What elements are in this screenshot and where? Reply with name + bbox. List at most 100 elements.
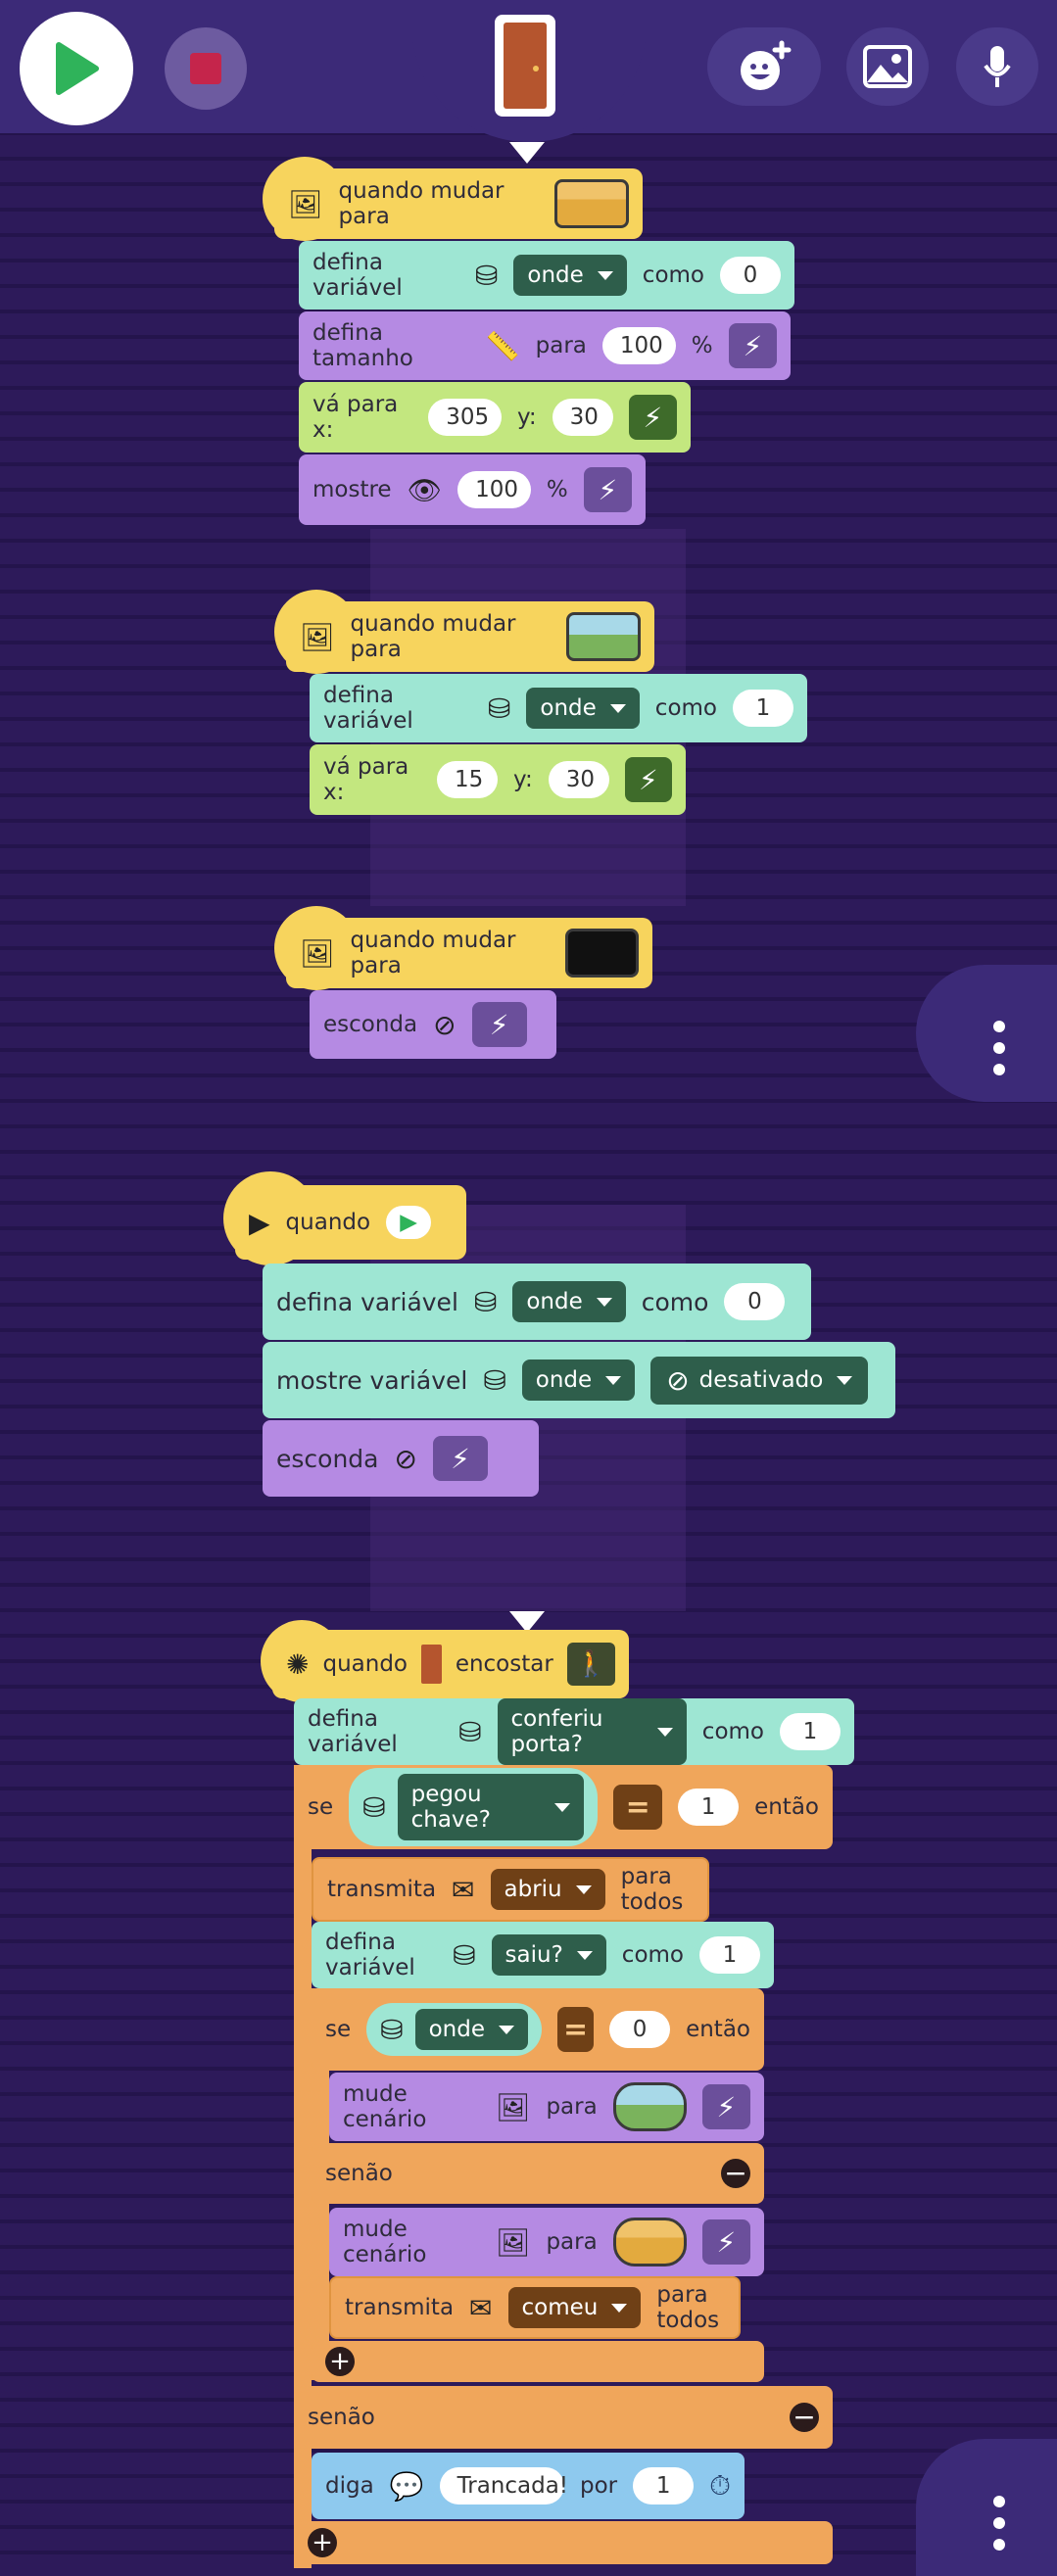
backdrop-thumb-field[interactable] (566, 612, 641, 661)
add-else-icon[interactable]: + (308, 2528, 337, 2557)
value-input[interactable]: 1 (733, 690, 793, 727)
sprite-selector[interactable] (495, 15, 555, 117)
value-input[interactable]: 1 (699, 1936, 760, 1974)
side-panel-tab-bottom[interactable] (916, 2439, 1057, 2576)
image-icon: 🖼 (300, 936, 335, 970)
block-label: quando mudar para (350, 611, 516, 662)
when-backdrop-changes-block[interactable]: 🖼 quando mudar para (286, 918, 652, 988)
when-backdrop-changes-block[interactable]: 🖼 quando mudar para (286, 601, 654, 672)
variable-dropdown[interactable]: onde (521, 1360, 636, 1401)
x-input[interactable]: 15 (437, 761, 498, 798)
variable-reporter[interactable]: ⛁ pegou chave? (349, 1768, 599, 1846)
change-backdrop-block[interactable]: mude cenário 🖼 para ⚡ (329, 2073, 764, 2141)
backdrop-thumb-black[interactable] (564, 929, 639, 978)
change-backdrop-block[interactable]: mude cenário 🖼 para ⚡ (329, 2208, 764, 2276)
lightning-icon[interactable]: ⚡ (432, 1436, 488, 1481)
value-input[interactable]: 1 (780, 1713, 841, 1750)
value-input[interactable]: 0 (720, 257, 781, 294)
remove-else-icon[interactable]: − (721, 2159, 750, 2188)
variable-icon: ⛁ (473, 1285, 498, 1318)
backdrop-thumb-bedroom[interactable] (612, 2218, 687, 2266)
variable-dropdown[interactable]: onde (526, 688, 640, 729)
add-else-icon[interactable]: + (325, 2347, 355, 2376)
lightning-icon[interactable]: ⚡ (701, 2084, 750, 2129)
block-label: como (641, 1287, 709, 1316)
when-backdrop-changes-block[interactable]: 🖼 quando mudar para (274, 168, 643, 239)
show-variable-block[interactable]: mostre variável ⛁ onde ⊘ desativado (263, 1342, 895, 1418)
show-block[interactable]: mostre 👁 100 % ⚡ (299, 454, 646, 525)
broadcast-block[interactable]: transmita ✉ comeu para todos (329, 2276, 741, 2339)
message-dropdown[interactable]: comeu (507, 2287, 642, 2328)
mic-icon (984, 46, 1011, 87)
variable-dropdown[interactable]: conferiu porta? (497, 1698, 687, 1765)
broadcast-icon: ✉ (469, 2291, 493, 2324)
y-input[interactable]: 30 (552, 399, 613, 436)
equals-operator[interactable]: = (613, 1785, 663, 1830)
variable-dropdown[interactable]: pegou chave? (397, 1774, 585, 1840)
block-label: para (535, 333, 587, 358)
lightning-icon[interactable]: ⚡ (583, 467, 632, 512)
lightning-icon[interactable]: ⚡ (624, 757, 672, 802)
block-label: defina variável (276, 1287, 458, 1316)
stop-button[interactable] (165, 27, 247, 110)
stopwatch-icon: ⏱ (709, 2469, 731, 2502)
block-label: defina variável (308, 1706, 398, 1757)
play-button[interactable] (20, 12, 133, 125)
opacity-input[interactable]: 100 (457, 471, 531, 508)
block-label: mostre (312, 477, 392, 502)
go-to-xy-block[interactable]: vá para x: 305 y: 30 ⚡ (299, 382, 691, 453)
door-sprite-icon (421, 1645, 442, 1684)
more-options-icon[interactable] (993, 1021, 1005, 1075)
lightning-icon[interactable]: ⚡ (628, 395, 677, 440)
visibility-toggle[interactable]: ⊘ desativado (650, 1356, 869, 1405)
lightning-icon[interactable]: ⚡ (701, 2219, 750, 2265)
add-sprite-button[interactable] (707, 27, 821, 106)
hide-block[interactable]: esconda ⊘ ⚡ (310, 990, 556, 1059)
x-input[interactable]: 305 (428, 399, 502, 436)
backdrop-thumb-field[interactable] (612, 2082, 687, 2131)
more-options-icon-bottom[interactable] (993, 2496, 1005, 2551)
set-size-block[interactable]: defina tamanho 📏 para 100 % ⚡ (299, 311, 791, 380)
size-input[interactable]: 100 (601, 327, 676, 364)
if-block[interactable]: se ⛁ pegou chave? = 1 então (294, 1765, 833, 1849)
inner-if-block[interactable]: se ⛁ onde = 0 então (312, 1988, 764, 2071)
hide-block[interactable]: esconda ⊘ ⚡ (263, 1420, 539, 1497)
lightning-icon[interactable]: ⚡ (728, 323, 777, 368)
record-sound-button[interactable] (956, 27, 1038, 106)
backdrop-thumb-bedroom[interactable] (554, 179, 629, 228)
block-label: mude cenário (343, 2081, 427, 2132)
y-input[interactable]: 30 (548, 761, 609, 798)
when-touching-block[interactable]: ✺ quando encostar 🚶 (272, 1630, 629, 1698)
remove-else-icon[interactable]: − (790, 2403, 819, 2432)
set-variable-block[interactable]: defina variável ⛁ onde como 0 (263, 1264, 811, 1340)
set-variable-block[interactable]: defina variável ⛁ conferiu porta? como 1 (294, 1698, 854, 1765)
when-flag-clicked-block[interactable]: ▶ quando ▶ (235, 1185, 466, 1260)
variable-dropdown[interactable]: onde (414, 2009, 529, 2050)
say-for-block[interactable]: diga 💬 Trancada! por 1 ⏱ (312, 2453, 745, 2519)
block-label: transmita (345, 2295, 455, 2320)
block-label: se (325, 2017, 352, 2042)
seconds-input[interactable]: 1 (633, 2467, 695, 2504)
lightning-icon[interactable]: ⚡ (471, 1002, 527, 1047)
go-to-xy-block[interactable]: vá para x: 15 y: 30 ⚡ (310, 744, 686, 815)
character-sprite-icon[interactable]: 🚶 (566, 1643, 615, 1686)
set-variable-block[interactable]: defina variável ⛁ saiu? como 1 (312, 1922, 774, 1988)
side-panel-tab[interactable] (916, 965, 1057, 1102)
value-input[interactable]: 1 (678, 1789, 740, 1826)
variable-dropdown[interactable]: onde (512, 1281, 626, 1322)
say-text-input[interactable]: Trancada! (439, 2467, 568, 2504)
block-label: senão (325, 2161, 393, 2186)
value-input[interactable]: 0 (609, 2011, 671, 2048)
broadcast-block[interactable]: transmita ✉ abriu para todos (312, 1857, 709, 1922)
variable-out-icon: ⛁ (362, 1790, 386, 1824)
equals-operator[interactable]: = (557, 2007, 595, 2052)
variable-dropdown[interactable]: saiu? (491, 1934, 606, 1976)
background-button[interactable] (846, 27, 929, 106)
variable-reporter[interactable]: ⛁ onde (366, 2003, 543, 2056)
set-variable-block[interactable]: defina variável ⛁ onde como 1 (310, 674, 807, 742)
message-dropdown[interactable]: abriu (490, 1869, 605, 1910)
block-label: por (580, 2473, 618, 2499)
value-input[interactable]: 0 (724, 1283, 786, 1320)
variable-dropdown[interactable]: onde (513, 255, 627, 296)
set-variable-block[interactable]: defina variável ⛁ onde como 0 (299, 241, 794, 310)
